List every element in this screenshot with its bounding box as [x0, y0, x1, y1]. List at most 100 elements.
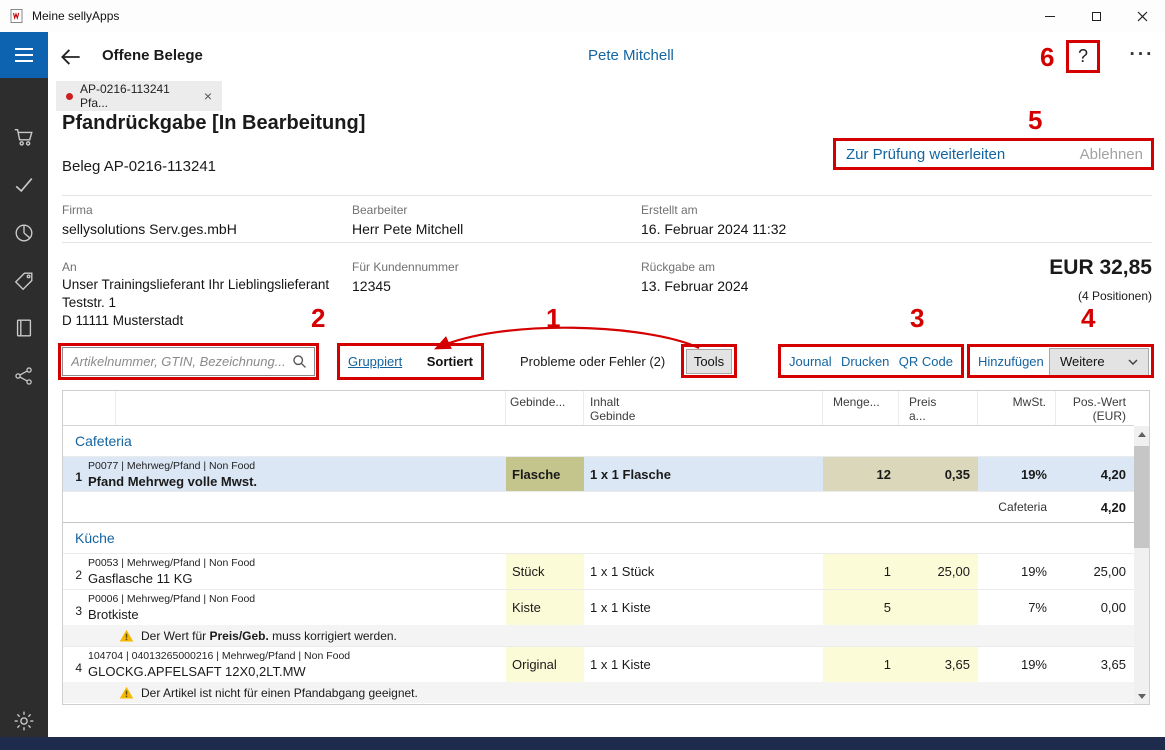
- row-description: P0053 | Mehrweg/Pfand | Non Food Gasflas…: [85, 554, 506, 589]
- col-preis: Preisa...: [899, 391, 978, 425]
- bottom-status-bar: [0, 737, 1165, 750]
- grouped-toggle[interactable]: Gruppiert: [348, 354, 402, 369]
- document-title: Pfandrückgabe [In Bearbeitung]: [62, 112, 365, 135]
- menge-cell[interactable]: 12: [823, 457, 899, 491]
- preis-cell[interactable]: [899, 590, 978, 625]
- document-subtitle: Beleg AP-0216-113241: [62, 158, 216, 175]
- search-field-wrap: [62, 347, 315, 376]
- wert-cell: 3,65: [1056, 647, 1134, 682]
- erstellt-value: 16. Februar 2024 11:32: [641, 221, 786, 237]
- warning-icon: [119, 629, 134, 642]
- table-row-2[interactable]: 2 P0053 | Mehrweg/Pfand | Non Food Gasfl…: [63, 553, 1134, 589]
- positions-table: Gebinde... InhaltGebinde Menge... Preisa…: [62, 390, 1150, 705]
- gebinde-cell[interactable]: Original: [506, 647, 584, 682]
- inhalt-cell: 1 x 1 Kiste: [584, 590, 823, 625]
- check-icon[interactable]: [13, 174, 35, 196]
- annotation-1: 1: [546, 303, 560, 334]
- minimize-icon[interactable]: [1027, 0, 1073, 32]
- qr-code-link[interactable]: QR Code: [899, 354, 953, 369]
- col-menge: Menge...: [823, 391, 899, 425]
- tab-close-icon[interactable]: ×: [204, 88, 212, 104]
- inhalt-cell: 1 x 1 Kiste: [584, 647, 823, 682]
- print-link[interactable]: Drucken: [841, 354, 889, 369]
- maximize-icon[interactable]: [1073, 0, 1119, 32]
- cart-icon[interactable]: [13, 126, 35, 148]
- row-description: P0006 | Mehrweg/Pfand | Non Food Brotkis…: [85, 590, 506, 625]
- menge-cell[interactable]: 5: [823, 590, 899, 625]
- col-gebinde: Gebinde...: [506, 391, 584, 425]
- row-description: 104704 | 04013265000216 | Mehrweg/Pfand …: [85, 647, 506, 682]
- tag-icon[interactable]: [13, 270, 35, 292]
- help-button[interactable]: ?: [1066, 40, 1100, 73]
- warning-row-pfandabgang: Der Artikel ist nicht für einen Pfandabg…: [63, 682, 1134, 703]
- mwst-cell: 19%: [978, 647, 1056, 682]
- scrollbar-thumb[interactable]: [1134, 446, 1149, 548]
- gebinde-cell[interactable]: Stück: [506, 554, 584, 589]
- titlebar: Meine sellyApps: [0, 0, 1165, 32]
- rueckgabe-value: 13. Februar 2024: [641, 278, 748, 294]
- mwst-cell: 19%: [978, 554, 1056, 589]
- add-link[interactable]: Hinzufügen: [978, 354, 1044, 369]
- annotation-6: 6: [1040, 42, 1054, 73]
- row-description: P0077 | Mehrweg/Pfand | Non Food Pfand M…: [85, 457, 506, 491]
- col-number: [63, 391, 116, 425]
- weitere-dropdown[interactable]: Weitere: [1049, 348, 1149, 376]
- app-icon: [9, 8, 25, 24]
- wert-cell: 25,00: [1056, 554, 1134, 589]
- sidebar: [0, 32, 48, 737]
- an-label: An: [62, 260, 77, 274]
- inhalt-cell: 1 x 1 Flasche: [584, 457, 823, 491]
- document-actions: Zur Prüfung weiterleiten Ablehnen: [836, 141, 1151, 167]
- kundennummer-value: 12345: [352, 278, 391, 294]
- pie-chart-icon[interactable]: [13, 222, 35, 244]
- document-links: Journal Drucken QR Code: [781, 346, 961, 377]
- rueckgabe-label: Rückgabe am: [641, 260, 715, 274]
- gebinde-cell[interactable]: Flasche: [506, 457, 584, 491]
- an-value: Unser Trainingslieferant Ihr Lieblingsli…: [62, 276, 329, 330]
- menge-cell[interactable]: 1: [823, 647, 899, 682]
- close-icon[interactable]: [1119, 0, 1165, 32]
- search-icon[interactable]: [291, 353, 308, 370]
- tools-button[interactable]: Tools: [686, 349, 732, 374]
- firma-value: sellysolutions Serv.ges.mbH: [62, 221, 237, 237]
- erstellt-label: Erstellt am: [641, 203, 698, 217]
- preis-cell[interactable]: 25,00: [899, 554, 978, 589]
- table-row-3[interactable]: 3 P0006 | Mehrweg/Pfand | Non Food Brotk…: [63, 589, 1134, 625]
- window-controls: [1027, 0, 1165, 32]
- book-icon[interactable]: [13, 317, 35, 339]
- app-window: Meine sellyApps Offene Belege Pete Mitch…: [0, 0, 1165, 750]
- forward-for-review-button[interactable]: Zur Prüfung weiterleiten: [846, 146, 1005, 163]
- col-wert: Pos.-Wert(EUR): [1056, 391, 1134, 425]
- an-line2: Teststr. 1: [62, 294, 329, 312]
- group-sort-toggle: Gruppiert Sortiert: [340, 346, 481, 377]
- table-row-4[interactable]: 4 104704 | 04013265000216 | Mehrweg/Pfan…: [63, 646, 1134, 682]
- user-menu[interactable]: Pete Mitchell: [588, 47, 674, 64]
- table-row-1[interactable]: 1 P0077 | Mehrweg/Pfand | Non Food Pfand…: [63, 456, 1134, 491]
- kundennummer-label: Für Kundennummer: [352, 260, 459, 274]
- more-menu-icon[interactable]: ···: [1122, 40, 1162, 70]
- scroll-up-icon[interactable]: [1134, 426, 1149, 442]
- sorted-toggle[interactable]: Sortiert: [427, 354, 473, 369]
- search-input[interactable]: [62, 347, 315, 376]
- mwst-cell: 7%: [978, 590, 1056, 625]
- document-tab[interactable]: AP-0216-113241 Pfa... ×: [56, 81, 222, 111]
- preis-cell[interactable]: 3,65: [899, 647, 978, 682]
- hamburger-icon[interactable]: [0, 32, 48, 78]
- an-line1: Unser Trainingslieferant Ihr Lieblingsli…: [62, 276, 329, 294]
- share-icon[interactable]: [13, 365, 35, 387]
- annotation-5: 5: [1028, 105, 1042, 136]
- row-number: 2: [63, 554, 85, 589]
- back-arrow-icon[interactable]: [58, 44, 84, 70]
- tab-label: AP-0216-113241 Pfa...: [80, 82, 197, 110]
- row-number: 3: [63, 590, 85, 625]
- table-header-row: Gebinde... InhaltGebinde Menge... Preisa…: [63, 391, 1134, 426]
- vertical-scrollbar[interactable]: [1134, 426, 1149, 704]
- reject-button[interactable]: Ablehnen: [1080, 146, 1143, 163]
- group-header-cafeteria: Cafeteria: [63, 426, 1134, 456]
- menge-cell[interactable]: 1: [823, 554, 899, 589]
- scroll-down-icon[interactable]: [1134, 688, 1149, 704]
- gebinde-cell[interactable]: Kiste: [506, 590, 584, 625]
- preis-cell[interactable]: 0,35: [899, 457, 978, 491]
- journal-link[interactable]: Journal: [789, 354, 832, 369]
- gear-icon[interactable]: [13, 710, 35, 732]
